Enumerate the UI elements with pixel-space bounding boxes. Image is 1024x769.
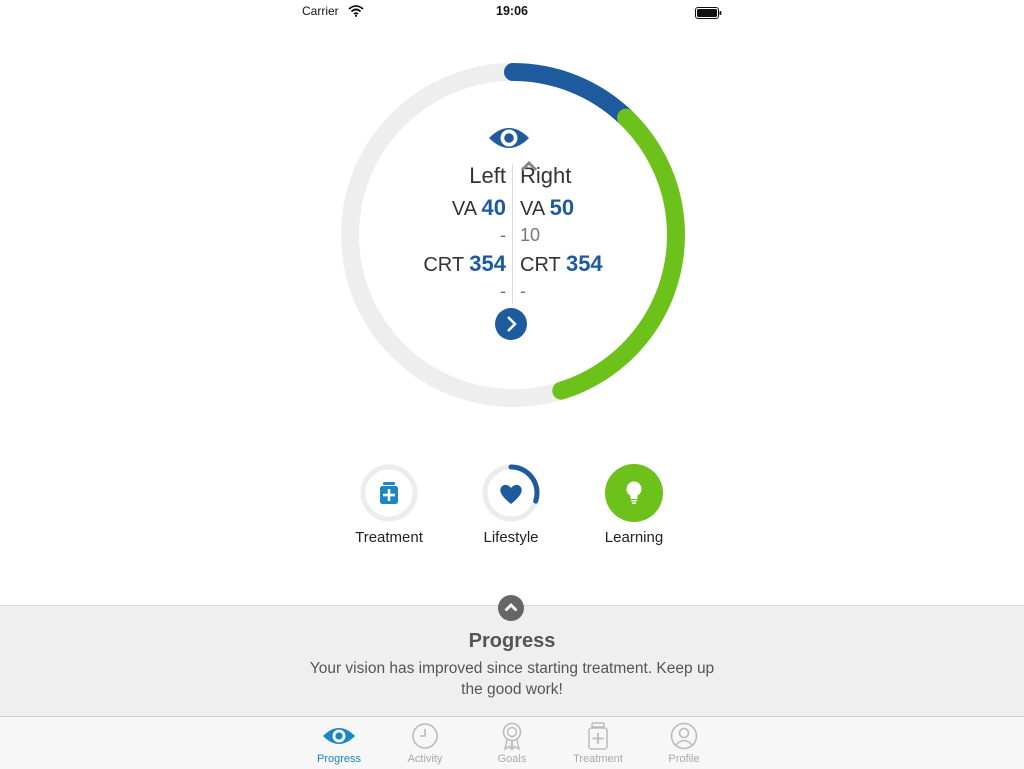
left-crt-metric: CRT 354 [423,248,506,280]
profile-icon [644,721,724,751]
right-va-label: VA [520,198,545,220]
status-time: 19:06 [496,4,528,18]
left-crt-value: 354 [469,251,506,276]
tab-goals-label: Goals [497,753,527,765]
tab-treatment[interactable]: Treatment [558,721,638,765]
tab-progress-label: Progress [316,753,362,765]
category-learning[interactable]: Learning [574,463,694,546]
summary-panel: Progress Your vision has improved since … [0,605,1024,717]
learning-progress-circle [604,463,664,523]
tab-goals[interactable]: Goals [472,721,552,765]
tab-activity-label: Activity [407,753,443,765]
left-va-label: VA [451,198,476,220]
left-crt-delta: - [500,281,506,301]
battery-icon [695,6,723,24]
category-lifestyle[interactable]: Lifestyle [451,463,571,546]
summary-text: Your vision has improved since starting … [309,660,715,698]
right-va-value: 50 [549,195,575,220]
tab-bar: Progress Activity Goals Treatment Profil… [0,716,1024,769]
tab-progress[interactable]: Progress [299,721,379,765]
award-icon [472,721,552,751]
status-bar: Carrier 19:06 [0,0,1024,22]
left-eye-column: Left VA 40 - CRT 354 - [423,160,506,304]
tab-activity[interactable]: Activity [385,721,465,765]
chevron-right-icon [507,316,517,332]
tab-profile[interactable]: Profile [644,721,724,765]
right-crt-delta: - [520,281,526,301]
expand-panel-button[interactable] [498,595,524,621]
right-crt-value: 354 [565,251,603,276]
clock-icon [385,721,465,751]
eye-divider [512,164,513,304]
right-crt-label: CRT [520,254,561,276]
right-va-metric: VA 50 [520,192,603,224]
medicine-bottle-icon [558,721,638,751]
left-va-delta: - [500,225,506,245]
right-va-delta: 10 [520,160,603,248]
vision-progress-ring: Left VA 40 - CRT 354 - Right VA 50 10 CR… [338,60,688,410]
summary-title: Progress [468,630,556,652]
right-eye-column: Right VA 50 10 CRT 354 - [520,160,603,304]
tab-treatment-label: Treatment [573,753,623,765]
left-va-value: 40 [481,195,506,220]
lifestyle-progress-circle [481,463,541,523]
eye-icon [299,721,379,751]
treatment-progress-circle [359,463,419,523]
details-button[interactable] [495,308,527,340]
chevron-up-icon [504,603,518,612]
category-treatment-label: Treatment [355,529,423,546]
left-eye-title: Left [469,163,506,188]
category-learning-label: Learning [604,529,664,546]
right-va-delta-value: 10 [520,225,541,245]
right-crt-metric: CRT 354 [520,248,603,280]
category-treatment[interactable]: Treatment [329,463,449,546]
tab-profile-label: Profile [668,753,700,765]
left-crt-label: CRT [423,254,464,276]
category-lifestyle-label: Lifestyle [483,529,539,546]
left-va-metric: VA 40 [423,192,506,224]
